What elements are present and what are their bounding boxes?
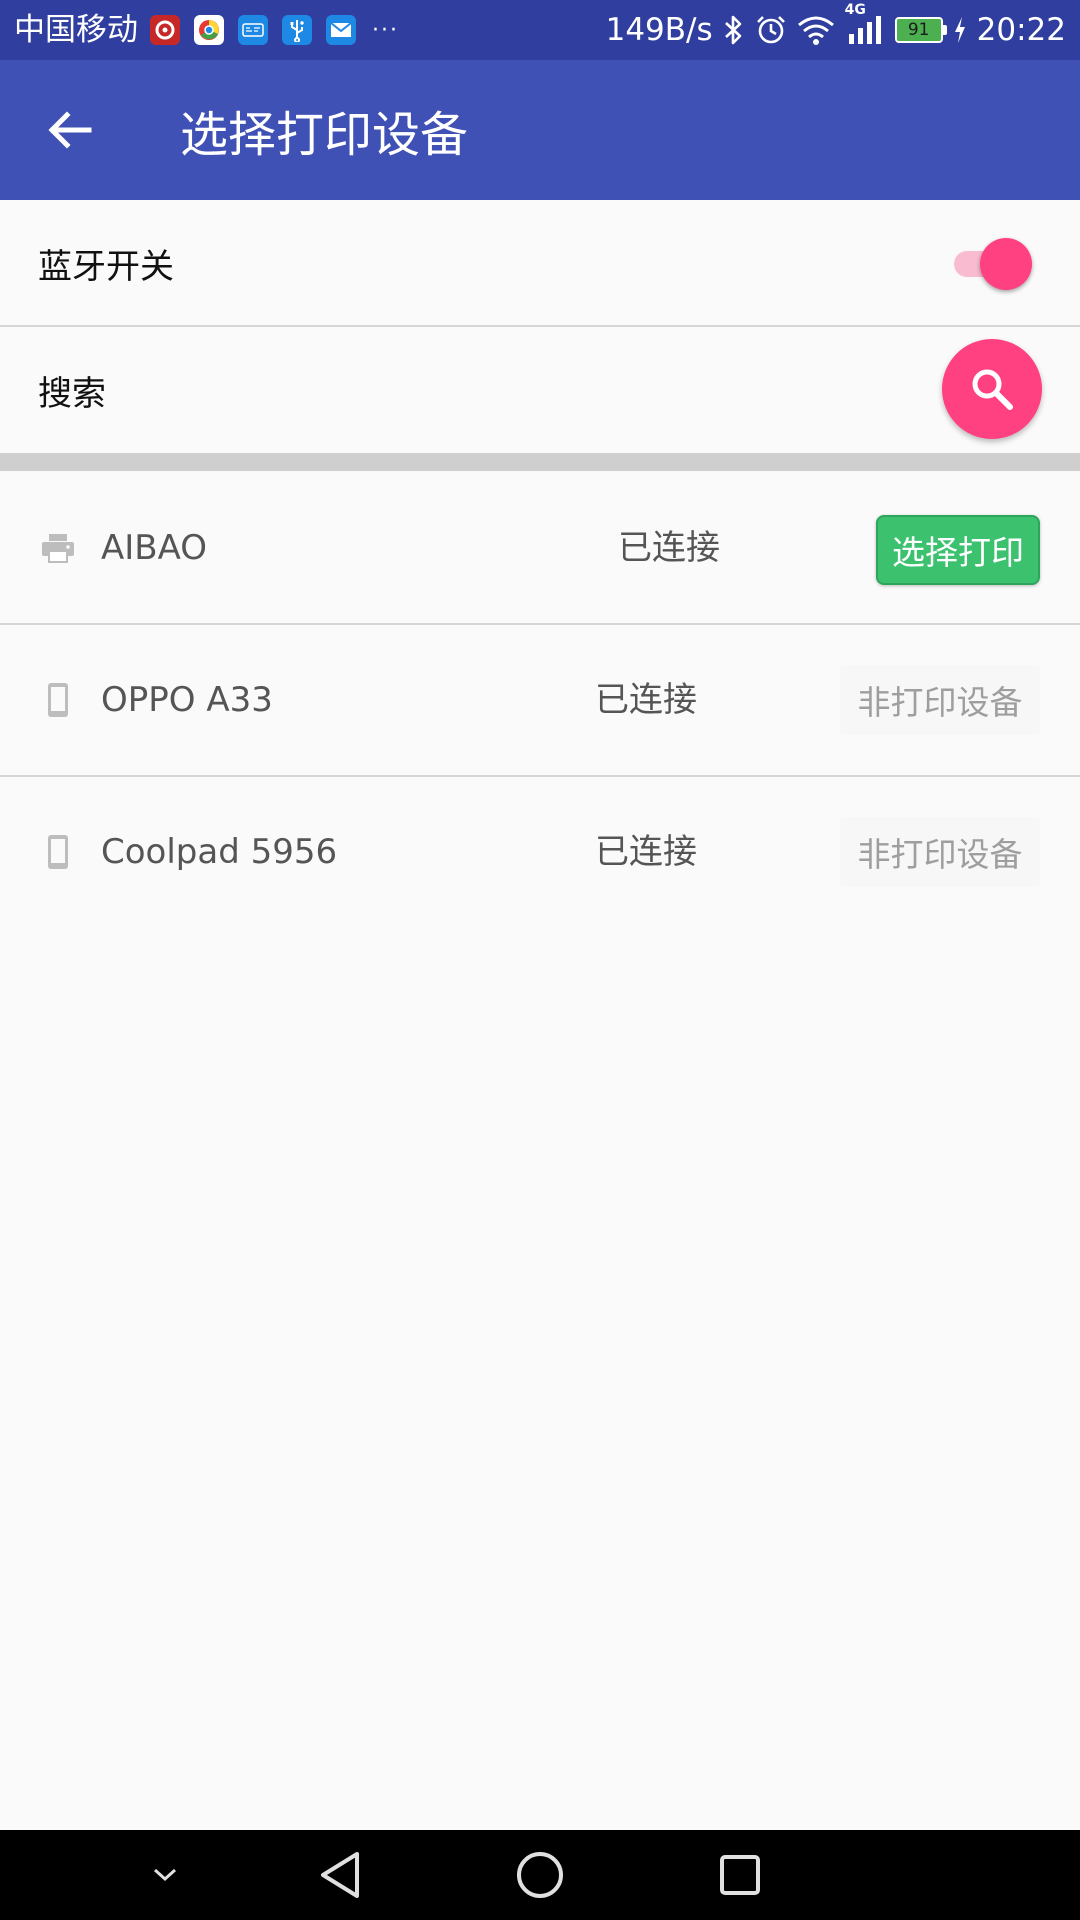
chevron-down-icon <box>153 1868 177 1882</box>
recents-nav-button[interactable] <box>710 1830 770 1920</box>
arrow-back-icon <box>48 111 92 149</box>
wifi-icon <box>797 15 835 45</box>
network-type-label: 4G <box>844 2 866 18</box>
battery-icon: 91 <box>894 17 947 43</box>
carrier-name: 中国移动 <box>14 12 138 48</box>
non-printer-button[interactable]: 非打印设备 <box>840 665 1040 735</box>
search-icon <box>972 369 1013 410</box>
more-notifications-icon: ··· <box>372 17 399 43</box>
bluetooth-row: 蓝牙开关 <box>0 200 1080 326</box>
printer-icon <box>38 528 78 568</box>
section-divider <box>0 453 1080 471</box>
phone-icon <box>38 832 78 872</box>
device-name: Coolpad 5956 <box>101 832 338 872</box>
device-name: AIBAO <box>101 528 208 568</box>
alarm-icon <box>755 14 787 46</box>
back-triangle-icon <box>321 1852 359 1898</box>
clock: 20:22 <box>976 12 1066 48</box>
switch-thumb <box>980 238 1032 290</box>
home-nav-button[interactable] <box>510 1830 570 1920</box>
device-row-oppo-a33[interactable]: OPPO A33 已连接 非打印设备 <box>0 625 1080 775</box>
usb-icon <box>282 15 312 45</box>
status-bar-right: 149B/s 4G 91 20:22 <box>605 2 1066 48</box>
search-label: 搜索 <box>38 373 106 414</box>
screen: 中国移动 ··· 149B/s 4G 91 20:22 选择打印设备 蓝牙开关 … <box>0 0 1080 1920</box>
recents-square-icon <box>720 1855 760 1895</box>
battery-level: 91 <box>907 20 930 40</box>
back-button[interactable] <box>0 60 140 200</box>
cellular-signal-icon: 4G <box>845 2 885 46</box>
select-print-button[interactable]: 选择打印 <box>876 515 1040 585</box>
status-bar: 中国移动 ··· 149B/s 4G 91 20:22 <box>0 0 1080 60</box>
bluetooth-label: 蓝牙开关 <box>38 246 174 287</box>
search-row: 搜索 <box>0 327 1080 453</box>
device-status: 已连接 <box>618 528 720 568</box>
device-row-aibao[interactable]: AIBAO 已连接 选择打印 <box>0 473 1080 623</box>
non-printer-button[interactable]: 非打印设备 <box>840 817 1040 887</box>
device-status: 已连接 <box>595 680 697 720</box>
netease-music-icon <box>150 15 180 45</box>
device-name: OPPO A33 <box>101 680 273 720</box>
device-status: 已连接 <box>595 832 697 872</box>
app-bar: 选择打印设备 <box>0 60 1080 200</box>
charging-icon <box>953 16 967 44</box>
home-circle-icon <box>517 1852 563 1898</box>
status-bar-left: 中国移动 ··· <box>14 0 606 60</box>
mail-icon <box>326 15 356 45</box>
bluetooth-switch[interactable] <box>948 236 1032 290</box>
phone-icon <box>38 680 78 720</box>
browser-icon <box>194 15 224 45</box>
hide-nav-button[interactable] <box>140 1830 190 1920</box>
bluetooth-icon <box>723 14 745 46</box>
network-speed: 149B/s <box>605 12 713 48</box>
back-nav-button[interactable] <box>310 1830 370 1920</box>
device-row-coolpad-5956[interactable]: Coolpad 5956 已连接 非打印设备 <box>0 777 1080 927</box>
search-button[interactable] <box>942 339 1042 439</box>
navigation-bar <box>0 1830 1080 1920</box>
page-title: 选择打印设备 <box>180 107 469 163</box>
sms-app-icon <box>238 15 268 45</box>
